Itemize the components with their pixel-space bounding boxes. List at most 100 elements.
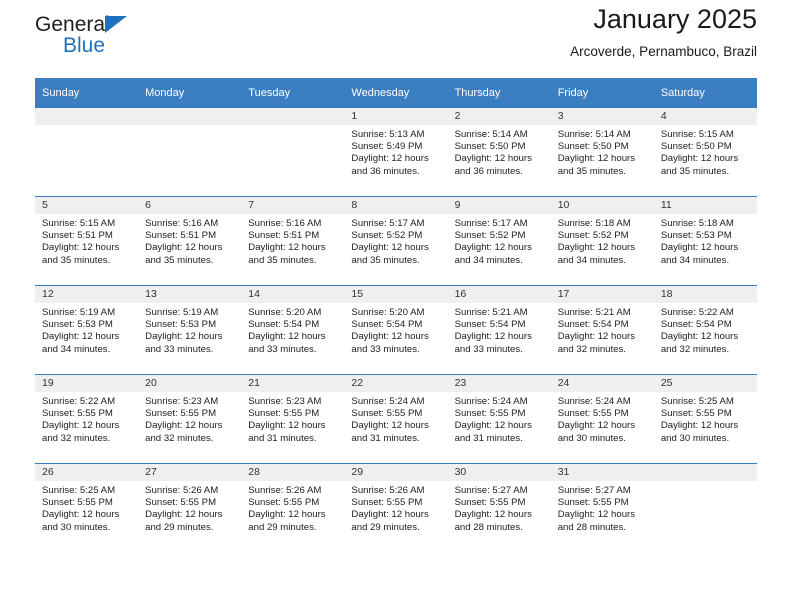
daylight-line-continued: and 36 minutes. [351, 165, 420, 177]
sunrise-line: Sunrise: 5:22 AM [42, 396, 116, 407]
calendar-day-cell[interactable]: 10 Sunrise: 5:18 AM Sunset: 5:52 PM Dayligh… [550, 196, 654, 286]
day-number: 18 [653, 286, 757, 303]
calendar-day-cell[interactable]: 25 Sunrise: 5:25 AM Sunset: 5:55 PM Dayligh… [653, 374, 757, 464]
sunrise-line: Sunrise: 5:23 AM [248, 396, 322, 407]
weekday-header-wednesday: Wednesday [344, 78, 448, 108]
sun-info-block: Sunrise: 5:18 AM Sunset: 5:53 PM Daylight:… [654, 214, 757, 267]
calendar-day-cell[interactable]: 5 Sunrise: 5:15 AM Sunset: 5:51 PM Daylight… [35, 196, 139, 286]
sunset-line: Sunset: 5:49 PM [351, 141, 423, 153]
calendar-day-cell[interactable]: 17 Sunrise: 5:21 AM Sunset: 5:54 PM Dayligh… [550, 285, 654, 375]
day-number: 27 [138, 464, 242, 481]
calendar-day-cell[interactable]: 3 Sunrise: 5:14 AM Sunset: 5:50 PM Daylight… [550, 108, 654, 197]
calendar-day-cell[interactable]: 13 Sunrise: 5:19 AM Sunset: 5:53 PM Dayligh… [138, 285, 242, 375]
daylight-line-continued: and 35 minutes. [351, 254, 420, 266]
calendar-day-cell[interactable]: 6 Sunrise: 5:16 AM Sunset: 5:51 PM Daylight… [138, 196, 242, 286]
daylight-line-continued: and 32 minutes. [557, 343, 626, 355]
daylight-line: Daylight: 12 hours [42, 420, 120, 432]
generalblue-logo[interactable]: General Blue [35, 13, 215, 65]
sun-info-block: Sunrise: 5:19 AM Sunset: 5:53 PM Daylight:… [138, 303, 241, 356]
day-number: 1 [344, 108, 448, 125]
daylight-line-continued: and 28 minutes. [454, 521, 523, 533]
sun-info-block [35, 125, 138, 129]
daylight-line: Daylight: 12 hours [557, 153, 636, 165]
calendar-day-cell[interactable]: 16 Sunrise: 5:21 AM Sunset: 5:54 PM Dayligh… [447, 285, 551, 375]
calendar-day-cell[interactable]: 22 Sunrise: 5:24 AM Sunset: 5:55 PM Dayligh… [344, 374, 448, 464]
calendar-table: Sunday Monday Tuesday Wednesday Thursday Frid… [35, 78, 757, 552]
day-number [35, 108, 139, 125]
day-number: 9 [447, 197, 551, 214]
calendar-day-cell[interactable]: 14 Sunrise: 5:20 AM Sunset: 5:54 PM Dayligh… [241, 285, 345, 375]
sunset-line: Sunset: 5:55 PM [557, 497, 629, 509]
calendar-day-cell[interactable]: 11 Sunrise: 5:18 AM Sunset: 5:53 PM Dayligh… [653, 196, 757, 286]
day-cell-inner [241, 108, 345, 196]
sunrise-line: Sunrise: 5:14 AM [454, 129, 528, 140]
calendar-day-cell[interactable]: 30 Sunrise: 5:27 AM Sunset: 5:55 PM Dayligh… [447, 463, 551, 552]
weekday-header-thursday: Thursday [447, 78, 551, 108]
day-cell-inner [138, 108, 242, 196]
calendar-day-cell[interactable]: 23 Sunrise: 5:24 AM Sunset: 5:55 PM Dayligh… [447, 374, 551, 464]
calendar-day-cell[interactable]: 21 Sunrise: 5:23 AM Sunset: 5:55 PM Dayligh… [241, 374, 345, 464]
calendar-day-cell[interactable]: 1 Sunrise: 5:13 AM Sunset: 5:49 PM Daylight… [344, 108, 448, 197]
calendar-week-row: 1 Sunrise: 5:13 AM Sunset: 5:49 PM Daylight… [35, 108, 757, 197]
day-cell-inner: 15 Sunrise: 5:20 AM Sunset: 5:54 PM Dayligh… [344, 286, 448, 374]
daylight-line: Daylight: 12 hours [454, 153, 532, 165]
calendar-day-cell[interactable]: 19 Sunrise: 5:22 AM Sunset: 5:55 PM Dayligh… [35, 374, 139, 464]
calendar-day-cell[interactable]: 7 Sunrise: 5:16 AM Sunset: 5:51 PM Daylight… [241, 196, 345, 286]
calendar-day-cell[interactable]: 26 Sunrise: 5:25 AM Sunset: 5:55 PM Dayligh… [35, 463, 139, 552]
daylight-line: Daylight: 12 hours [660, 153, 739, 165]
sun-info-block: Sunrise: 5:22 AM Sunset: 5:55 PM Daylight:… [35, 392, 138, 445]
day-cell-inner: 26 Sunrise: 5:25 AM Sunset: 5:55 PM Dayligh… [35, 464, 139, 552]
calendar-day-cell[interactable]: 27 Sunrise: 5:26 AM Sunset: 5:55 PM Dayligh… [138, 463, 242, 552]
sun-info-block: Sunrise: 5:16 AM Sunset: 5:51 PM Daylight:… [138, 214, 241, 267]
day-cell-inner: 4 Sunrise: 5:15 AM Sunset: 5:50 PM Daylight… [653, 108, 757, 196]
sun-info-block: Sunrise: 5:27 AM Sunset: 5:55 PM Daylight:… [448, 481, 551, 534]
daylight-line: Daylight: 12 hours [42, 331, 120, 343]
day-cell-inner: 14 Sunrise: 5:20 AM Sunset: 5:54 PM Dayligh… [241, 286, 345, 374]
day-number: 2 [447, 108, 551, 125]
daylight-line-continued: and 35 minutes. [557, 165, 626, 177]
calendar-day-cell[interactable]: 9 Sunrise: 5:17 AM Sunset: 5:52 PM Daylight… [447, 196, 551, 286]
daylight-line-continued: and 34 minutes. [660, 254, 730, 266]
daylight-line-continued: and 33 minutes. [351, 343, 420, 355]
sun-info-block: Sunrise: 5:20 AM Sunset: 5:54 PM Daylight:… [241, 303, 344, 356]
daylight-line: Daylight: 12 hours [145, 331, 223, 343]
sunset-line: Sunset: 5:55 PM [557, 408, 629, 420]
day-number: 11 [653, 197, 757, 214]
daylight-line-continued: and 34 minutes. [42, 343, 111, 355]
sun-info-block: Sunrise: 5:15 AM Sunset: 5:51 PM Daylight:… [35, 214, 138, 267]
title-block: January 2025 Arcoverde, Pernambuco, Braz… [570, 0, 757, 62]
weekday-header-tuesday: Tuesday [241, 78, 345, 108]
calendar-day-cell[interactable]: 24 Sunrise: 5:24 AM Sunset: 5:55 PM Dayligh… [550, 374, 654, 464]
sunrise-line: Sunrise: 5:27 AM [454, 485, 528, 496]
daylight-line: Daylight: 12 hours [248, 242, 326, 254]
calendar-day-cell[interactable]: 20 Sunrise: 5:23 AM Sunset: 5:55 PM Dayligh… [138, 374, 242, 464]
calendar-day-cell[interactable]: 28 Sunrise: 5:26 AM Sunset: 5:55 PM Dayligh… [241, 463, 345, 552]
daylight-line: Daylight: 12 hours [557, 242, 636, 254]
calendar-empty-cell [35, 108, 139, 197]
sunset-line: Sunset: 5:51 PM [145, 230, 217, 242]
daylight-line: Daylight: 12 hours [454, 331, 532, 343]
day-number: 4 [653, 108, 757, 125]
sunset-line: Sunset: 5:50 PM [454, 141, 526, 153]
calendar-day-cell[interactable]: 29 Sunrise: 5:26 AM Sunset: 5:55 PM Dayligh… [344, 463, 448, 552]
calendar-day-cell[interactable]: 4 Sunrise: 5:15 AM Sunset: 5:50 PM Daylight… [653, 108, 757, 197]
calendar-day-cell[interactable]: 18 Sunrise: 5:22 AM Sunset: 5:54 PM Dayligh… [653, 285, 757, 375]
day-cell-inner: 12 Sunrise: 5:19 AM Sunset: 5:53 PM Dayligh… [35, 286, 139, 374]
sun-info-block: Sunrise: 5:24 AM Sunset: 5:55 PM Daylight:… [551, 392, 654, 445]
day-number: 16 [447, 286, 551, 303]
calendar-day-cell[interactable]: 15 Sunrise: 5:20 AM Sunset: 5:54 PM Dayligh… [344, 285, 448, 375]
calendar-day-cell[interactable]: 12 Sunrise: 5:19 AM Sunset: 5:53 PM Dayligh… [35, 285, 139, 375]
sunset-line: Sunset: 5:51 PM [42, 230, 113, 242]
daylight-line-continued: and 36 minutes. [454, 165, 523, 177]
sunrise-line: Sunrise: 5:19 AM [42, 307, 116, 318]
calendar-page: General Blue January 2025 Arcoverde, Per… [0, 0, 792, 612]
day-number: 7 [241, 197, 345, 214]
sunset-line: Sunset: 5:50 PM [660, 141, 732, 153]
day-number: 25 [653, 375, 757, 392]
sun-info-block: Sunrise: 5:22 AM Sunset: 5:54 PM Daylight:… [654, 303, 757, 356]
day-cell-inner: 30 Sunrise: 5:27 AM Sunset: 5:55 PM Dayligh… [447, 464, 551, 552]
calendar-day-cell[interactable]: 31 Sunrise: 5:27 AM Sunset: 5:55 PM Dayligh… [550, 463, 654, 552]
calendar-day-cell[interactable]: 8 Sunrise: 5:17 AM Sunset: 5:52 PM Daylight… [344, 196, 448, 286]
daylight-line-continued: and 31 minutes. [248, 432, 317, 444]
calendar-day-cell[interactable]: 2 Sunrise: 5:14 AM Sunset: 5:50 PM Daylight… [447, 108, 551, 197]
